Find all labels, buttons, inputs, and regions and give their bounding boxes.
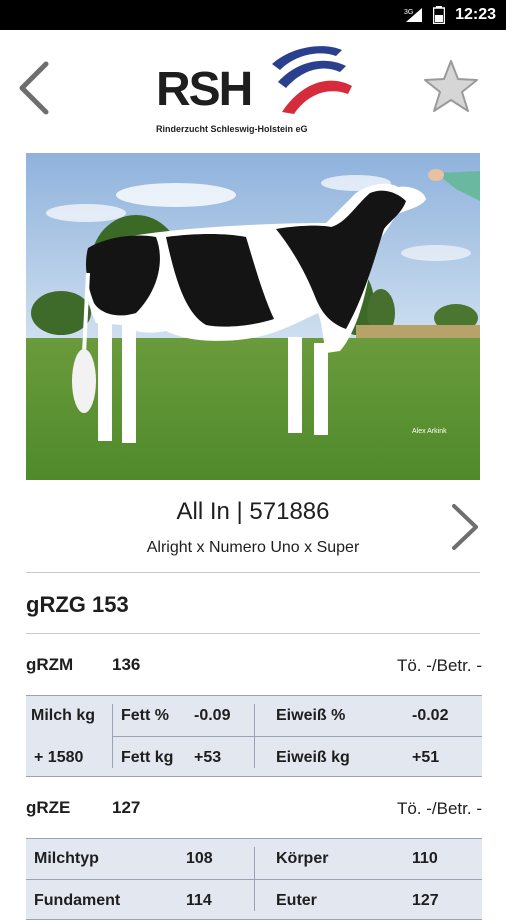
fett-pct-value: -0.09 bbox=[194, 707, 231, 724]
clock: 12:23 bbox=[455, 6, 496, 23]
next-chevron-icon[interactable] bbox=[446, 502, 482, 552]
rzm-table: Milch kg + 1580 Fett % -0.09 Fett kg +53… bbox=[26, 695, 482, 777]
favorite-star-icon[interactable] bbox=[422, 58, 480, 116]
rze-toe-betr: Tö. -/Betr. - bbox=[396, 799, 482, 818]
animal-photo: Alex Arkink bbox=[26, 153, 480, 480]
table-divider bbox=[26, 879, 482, 880]
rzm-label: gRZM bbox=[26, 655, 74, 674]
rzm-toe-betr: Tö. -/Betr. - bbox=[396, 656, 482, 675]
koerper-value: 110 bbox=[412, 850, 438, 867]
signal-icon: 3G bbox=[404, 8, 422, 22]
milchtyp-value: 108 bbox=[186, 850, 213, 867]
table-divider bbox=[112, 736, 482, 737]
fundament-value: 114 bbox=[186, 892, 212, 909]
divider bbox=[26, 572, 480, 573]
divider bbox=[26, 633, 480, 634]
milchtyp-label: Milchtyp bbox=[34, 850, 99, 867]
rzm-value: 136 bbox=[112, 655, 141, 674]
rze-value: 127 bbox=[112, 798, 141, 817]
euter-label: Euter bbox=[276, 892, 317, 909]
rze-table: Milchtyp 108 Körper 110 Fundament 114 Eu… bbox=[26, 838, 482, 920]
status-bar: 3G 12:23 bbox=[0, 0, 506, 30]
photo-watermark: Alex Arkink bbox=[412, 428, 447, 435]
logo-subtitle: Rinderzucht Schleswig-Holstein eG bbox=[156, 124, 308, 134]
logo-swoosh-icon bbox=[272, 46, 352, 114]
logo-wordmark: RSH bbox=[156, 63, 253, 116]
fett-kg-label: Fett kg bbox=[121, 749, 174, 766]
milch-value: + 1580 bbox=[34, 749, 84, 766]
eiweiss-kg-value: +51 bbox=[412, 749, 440, 766]
network-type-label: 3G bbox=[404, 9, 413, 16]
koerper-label: Körper bbox=[276, 850, 329, 867]
milch-label: Milch kg bbox=[31, 707, 96, 724]
eiweiss-pct-label: Eiweiß % bbox=[276, 707, 346, 724]
back-chevron-icon[interactable] bbox=[14, 60, 54, 116]
cow-image: Alex Arkink bbox=[26, 153, 480, 480]
rsh-logo: RSH Rinderzucht Schleswig-Holstein eG bbox=[154, 42, 354, 134]
fett-pct-label: Fett % bbox=[121, 707, 169, 724]
app-header: RSH Rinderzucht Schleswig-Holstein eG bbox=[0, 30, 506, 150]
rze-label: gRZE bbox=[26, 798, 71, 817]
rzg-heading: gRZG 153 bbox=[26, 592, 129, 617]
fundament-label: Fundament bbox=[34, 892, 121, 909]
eiweiss-kg-label: Eiweiß kg bbox=[276, 749, 350, 766]
fett-kg-value: +53 bbox=[194, 749, 222, 766]
battery-icon bbox=[433, 6, 445, 24]
animal-pedigree: Alright x Numero Uno x Super bbox=[146, 539, 360, 556]
euter-value: 127 bbox=[412, 892, 439, 909]
animal-title: All In | 571886 bbox=[176, 498, 330, 525]
eiweiss-pct-value: -0.02 bbox=[412, 707, 449, 724]
